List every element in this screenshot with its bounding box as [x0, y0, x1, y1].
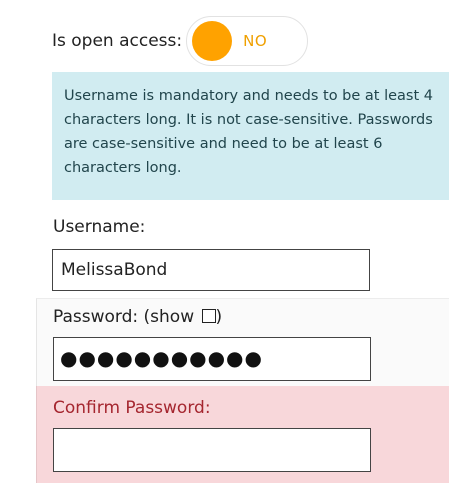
username-label: Username: — [53, 217, 146, 237]
info-message: Username is mandatory and needs to be at… — [52, 72, 449, 200]
open-access-toggle[interactable]: NO — [186, 16, 309, 66]
password-input[interactable]: ●●●●●●●●●●● — [53, 337, 371, 381]
toggle-state-text: NO — [243, 32, 268, 50]
password-label: Password: (show ) — [53, 307, 222, 327]
confirm-password-input[interactable] — [53, 428, 371, 472]
confirm-password-label: Confirm Password: — [53, 398, 211, 418]
registration-form: Is open access: NO Username is mandatory… — [0, 0, 449, 483]
confirm-password-section: Confirm Password: — [36, 386, 449, 483]
password-label-end: ) — [215, 307, 223, 327]
open-access-label: Is open access: — [52, 31, 183, 51]
password-section: Password: (show ) ●●●●●●●●●●● — [36, 298, 449, 386]
username-input[interactable]: MelissaBond — [52, 249, 370, 291]
show-password-checkbox[interactable] — [201, 309, 216, 323]
password-label-text: Password: (show — [53, 307, 200, 327]
toggle-knob[interactable] — [192, 21, 233, 61]
open-access-row: Is open access: NO — [36, 13, 449, 69]
